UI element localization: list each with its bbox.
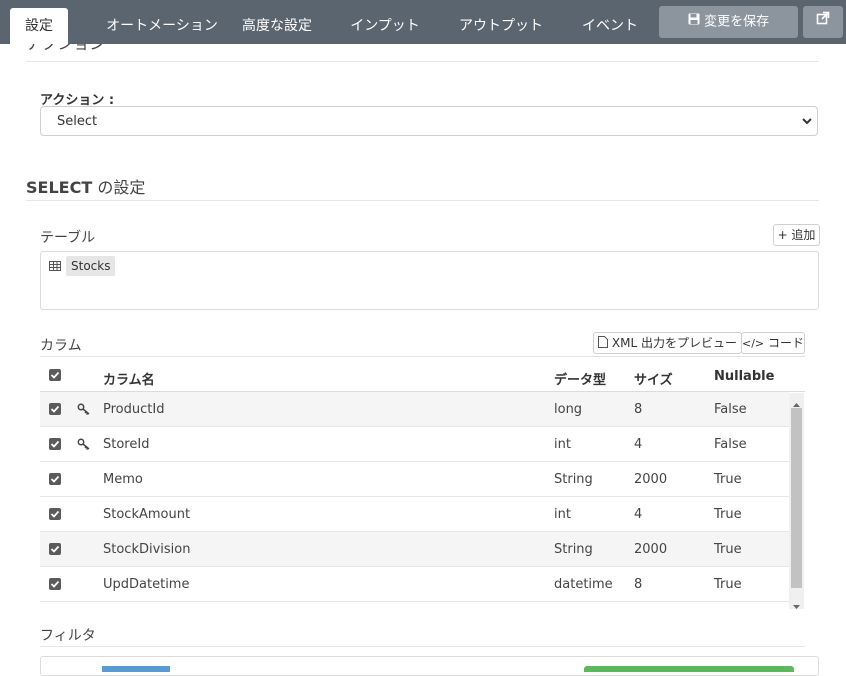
column-name: UpdDatetime: [103, 577, 190, 592]
column-name: StockDivision: [103, 542, 191, 557]
column-type: String: [554, 472, 593, 487]
chevron-down-icon: [801, 115, 813, 131]
floppy-disk-icon: [688, 6, 700, 38]
divider: [26, 61, 819, 62]
action-select[interactable]: Select: [40, 106, 818, 136]
col-header-nullable[interactable]: Nullable: [714, 369, 774, 384]
filter-control[interactable]: [102, 666, 170, 672]
column-name: StockAmount: [103, 507, 191, 522]
column-type: int: [554, 437, 571, 452]
column-type: String: [554, 542, 593, 557]
table-icon: [49, 260, 61, 275]
row-checkbox[interactable]: [49, 578, 61, 590]
tab-events[interactable]: イベント: [572, 0, 648, 44]
column-size: 2000: [634, 472, 668, 487]
table-chip-stocks[interactable]: Stocks: [66, 256, 116, 276]
code-button[interactable]: </> コード: [741, 332, 805, 354]
add-table-button[interactable]: + 追加: [773, 224, 820, 246]
column-size: 4: [634, 507, 643, 522]
tab-advanced-settings[interactable]: 高度な設定: [236, 0, 318, 44]
column-type: datetime: [554, 577, 613, 592]
external-link-icon: [816, 6, 830, 38]
col-header-type[interactable]: データ型: [554, 369, 606, 388]
filter-label: フィルタ: [40, 628, 96, 644]
code-label: コード: [767, 336, 804, 350]
table-row[interactable]: StockAmount int 4 True: [40, 497, 789, 532]
save-changes-button[interactable]: 変更を保存: [659, 6, 798, 38]
column-nullable: True: [714, 577, 742, 592]
scroll-down-arrow-icon[interactable]: [793, 599, 800, 614]
column-name: ProductId: [103, 402, 165, 417]
document-icon: [598, 334, 609, 354]
column-type: int: [554, 507, 571, 522]
scrolled-heading-clip: アクション: [0, 44, 846, 62]
settings-suffix: の設定: [92, 178, 146, 197]
key-icon: [77, 438, 91, 454]
action-select-value: Select: [57, 114, 98, 129]
table-label: テーブル: [40, 230, 96, 246]
column-size: 8: [634, 577, 643, 592]
tab-settings[interactable]: 設定: [10, 8, 68, 44]
select-keyword: SELECT: [26, 178, 93, 197]
table-row[interactable]: Memo String 2000 True: [40, 462, 789, 497]
row-checkbox[interactable]: [49, 543, 61, 555]
column-nullable: True: [714, 472, 742, 487]
tab-input[interactable]: インプット: [340, 0, 430, 44]
divider: [40, 646, 805, 647]
preview-xml-label: XML 出力をプレビュー: [611, 336, 737, 350]
column-size: 8: [634, 402, 643, 417]
action-section-heading: アクション: [26, 44, 105, 54]
columns-label: カラム: [40, 338, 82, 354]
row-checkbox[interactable]: [49, 508, 61, 520]
select-all-checkbox[interactable]: [49, 369, 61, 381]
col-header-size[interactable]: サイズ: [634, 369, 673, 388]
open-external-button[interactable]: [803, 6, 843, 38]
row-checkbox[interactable]: [49, 438, 61, 450]
column-size: 4: [634, 437, 643, 452]
tab-automation[interactable]: オートメーション: [88, 0, 236, 44]
column-nullable: True: [714, 542, 742, 557]
scrollbar-thumb[interactable]: [791, 408, 802, 588]
filter-action-button[interactable]: [584, 666, 794, 672]
tab-output[interactable]: アウトプット: [450, 0, 552, 44]
col-header-name[interactable]: カラム名: [103, 369, 155, 388]
save-changes-label: 変更を保存: [704, 14, 770, 30]
column-name: Memo: [103, 472, 143, 487]
column-size: 2000: [634, 542, 668, 557]
table-row[interactable]: ProductId long 8 False: [40, 392, 789, 427]
key-icon: [77, 403, 91, 419]
table-row[interactable]: UpdDatetime datetime 8 True: [40, 567, 789, 602]
table-row[interactable]: StockDivision String 2000 True: [40, 532, 789, 567]
divider: [26, 200, 819, 201]
column-type: long: [554, 402, 583, 417]
column-nullable: True: [714, 507, 742, 522]
table-list-box: Stocks: [40, 251, 819, 310]
column-name: StoreId: [103, 437, 150, 452]
row-checkbox[interactable]: [49, 473, 61, 485]
select-settings-title: SELECT の設定: [26, 174, 145, 198]
code-icon: </>: [742, 337, 765, 350]
grid-scrollbar[interactable]: [789, 393, 804, 609]
preview-xml-button[interactable]: XML 出力をプレビュー: [593, 332, 742, 354]
column-nullable: False: [714, 437, 747, 452]
row-checkbox[interactable]: [49, 403, 61, 415]
columns-grid-header: カラム名 データ型 サイズ Nullable: [40, 356, 805, 392]
column-nullable: False: [714, 402, 747, 417]
table-row[interactable]: StoreId int 4 False: [40, 427, 789, 462]
